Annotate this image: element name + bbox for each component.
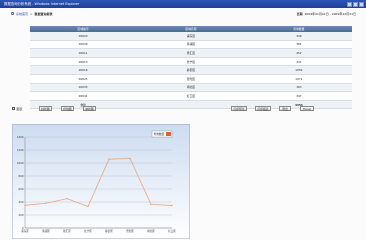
table-row[interactable]: 00013 长宁区 331: [30, 57, 352, 67]
table-cell: 徐汇区: [136, 48, 246, 58]
x-tick-label: 静安区: [105, 229, 113, 233]
print-report-button[interactable]: 打印报表: [255, 105, 271, 111]
checkbox-icon[interactable]: [12, 107, 15, 111]
x-tick-label: 黄浦区: [42, 229, 50, 233]
table-cell: 00013: [30, 57, 137, 67]
x-tick-label: 徐汇区: [63, 229, 71, 233]
table-cell: 381: [245, 40, 352, 50]
table-cell: 普陀区: [136, 74, 246, 84]
x-tick-label: 浦东区: [21, 229, 29, 233]
table-cell: 363: [245, 83, 352, 93]
breadcrumb: 系统首页 > 数据查询报表: [11, 12, 53, 16]
table-cell: 00011: [30, 48, 137, 58]
line-chart-button[interactable]: 折线图: [61, 105, 74, 111]
show-chart-label: 图表: [16, 106, 23, 111]
data-point: [24, 204, 26, 207]
table-cell: 347: [245, 91, 352, 101]
show-chart-checkbox[interactable]: 图表: [12, 107, 23, 111]
table-cell: 黄浦区: [136, 40, 246, 50]
table-row[interactable]: 00025 普陀区 1071: [30, 74, 352, 84]
data-point: [150, 203, 152, 206]
date-range-value: 2009年01月01日 - 2009年12月31日: [304, 11, 356, 16]
table-cell: 00041: [30, 91, 137, 101]
date-range: 日期 2009年01月01日 - 2009年12月31日: [296, 12, 356, 16]
table-cell: 浦东区: [136, 32, 246, 41]
bar-chart-button[interactable]: 柱状图: [39, 105, 52, 111]
y-tick-label: 800: [19, 174, 24, 178]
legend-label: 查询数量: [154, 132, 165, 136]
minimize-button[interactable]: [347, 1, 352, 7]
y-tick-label: 1200: [17, 148, 24, 152]
x-tick-label: 虹口区: [168, 229, 176, 233]
table-row[interactable]: 00030 黄浦区 381: [30, 40, 352, 50]
table-cell: 00020: [30, 32, 137, 41]
legend-swatch: [166, 132, 171, 136]
table-row[interactable]: 00011 徐汇区 452: [30, 48, 352, 58]
table-cell: 00025: [30, 74, 137, 84]
data-point: [45, 202, 47, 204]
export-button[interactable]: 导出: [279, 105, 291, 111]
home-icon: [11, 12, 14, 15]
date-range-label: 日期: [296, 11, 303, 16]
breadcrumb-home-link[interactable]: 系统首页: [16, 12, 28, 16]
pie-chart-button[interactable]: 饼状图: [83, 105, 96, 111]
excel-button[interactable]: Excel: [300, 105, 314, 111]
y-tick-label: 1000: [17, 161, 24, 165]
data-table: 区域编号 区域名称 查询数量 00020 浦东区 349 00030 黄浦区 3…: [30, 26, 352, 110]
x-tick-label: 普陀区: [126, 229, 134, 233]
table-cell: 虹口区: [136, 91, 246, 101]
report-toolbar: 图表 柱状图 折线图 饼状图 打印预览 打印报表 导出 Excel: [0, 104, 366, 114]
data-point: [129, 157, 131, 160]
table-row[interactable]: 00033 闸北区 363: [30, 83, 352, 93]
data-point: [108, 158, 110, 160]
table-row[interactable]: 00041 虹口区 347: [30, 91, 352, 101]
x-tick-label: 长宁区: [84, 229, 92, 233]
table-cell: 长宁区: [136, 57, 246, 67]
window-title: 数据查询分析系统 - Windows Internet Explorer: [4, 2, 80, 6]
y-tick-label: 1400: [17, 135, 24, 139]
y-tick-label: 600: [19, 187, 24, 191]
data-point: [171, 204, 173, 207]
x-tick-label: 闸北区: [147, 229, 155, 233]
y-tick-label: 400: [19, 200, 24, 204]
data-point: [66, 197, 68, 200]
print-preview-button[interactable]: 打印预览: [231, 105, 247, 111]
table-cell: 闸北区: [136, 83, 246, 93]
y-tick-label: 200: [19, 213, 24, 217]
window-controls: [347, 1, 364, 7]
maximize-button[interactable]: [353, 1, 358, 7]
data-point: [87, 205, 89, 208]
table-cell: 00030: [30, 40, 137, 50]
window-titlebar: 数据查询分析系统 - Windows Internet Explorer: [0, 0, 366, 8]
breadcrumb-separator: >: [30, 11, 33, 16]
line-chart: 0200400600800100012001400浦东区 黄浦区 徐汇区 长宁区 静安区…: [12, 124, 190, 239]
table-cell: 1071: [245, 74, 352, 84]
table-cell: 静安区: [136, 65, 246, 75]
table-row[interactable]: 00020 浦东区 349: [30, 32, 352, 41]
chart-panel: 0 200 400 600 800 1000 1200 1400 浦东区 黄浦区 徐汇区 长宁区 静安区…: [12, 124, 190, 239]
table-cell: 1059: [245, 65, 352, 75]
table-cell: 331: [245, 57, 352, 67]
breadcrumb-current: 数据查询报表: [34, 11, 53, 16]
close-button[interactable]: [359, 1, 364, 7]
chart-frame: [12, 124, 190, 239]
table-cell: 00016: [30, 65, 137, 75]
table-cell: 349: [245, 32, 352, 41]
table-cell: 452: [245, 48, 352, 58]
table-cell: 00033: [30, 83, 137, 93]
table-row[interactable]: 00016 静安区 1059: [30, 65, 352, 75]
